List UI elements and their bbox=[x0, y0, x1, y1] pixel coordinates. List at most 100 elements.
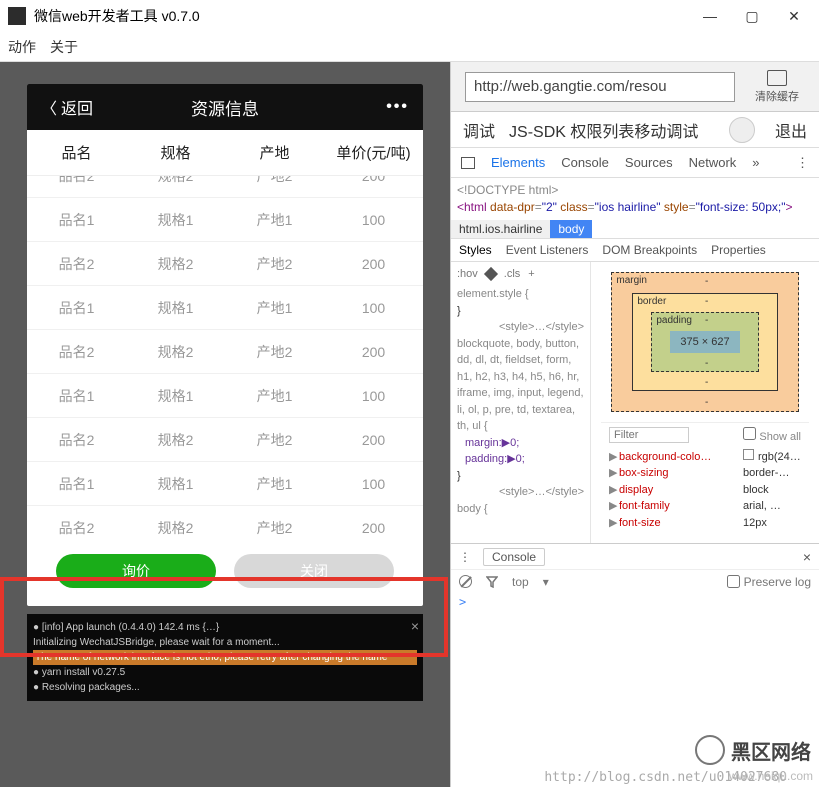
filter-icon[interactable] bbox=[486, 576, 498, 588]
tab-sources[interactable]: Sources bbox=[625, 155, 673, 170]
console-close-icon[interactable]: × bbox=[411, 616, 419, 637]
show-all-label: Show all bbox=[759, 431, 801, 443]
cache-icon bbox=[767, 70, 787, 86]
exit-button[interactable]: 退出 bbox=[775, 118, 807, 142]
tab-debug[interactable]: 调试 bbox=[463, 118, 495, 142]
bm-margin-label: margin bbox=[616, 275, 647, 286]
computed-list[interactable]: ▶background-colo…rgb(24… ▶box-sizingbord… bbox=[601, 447, 809, 534]
rule-source[interactable]: <style>…</style> bbox=[457, 484, 584, 501]
log-line: ● [info] App launch (0.4.4.0) 142.4 ms {… bbox=[33, 620, 417, 635]
breadcrumb: html.ios.hairline body bbox=[451, 220, 819, 238]
console-toolbar: top ▾ Preserve log bbox=[451, 569, 819, 593]
watermark-url: www.heiqu.com bbox=[729, 769, 813, 783]
menu-bar: 动作 关于 bbox=[0, 32, 819, 62]
close-page-button[interactable]: 关闭 bbox=[234, 554, 394, 588]
tab-network[interactable]: Network bbox=[689, 155, 737, 170]
computed-row[interactable]: ▶displayblock bbox=[609, 482, 801, 499]
mushroom-icon bbox=[695, 735, 725, 765]
doctype: <!DOCTYPE html> bbox=[457, 182, 813, 199]
drawer-menu-icon[interactable]: ⋮ bbox=[459, 550, 471, 564]
log-line: Initializing WechatJSBridge, please wait… bbox=[33, 635, 417, 650]
bm-padding[interactable]: padding - 375 × 627 - bbox=[651, 312, 758, 372]
log-line-warn: The name of network interface is not eth… bbox=[33, 650, 417, 665]
style-rules[interactable]: :hov .cls + element.style { } <style>…</… bbox=[451, 262, 591, 544]
show-all-toggle[interactable]: Show all bbox=[743, 427, 801, 443]
context-select[interactable]: top bbox=[512, 575, 529, 589]
show-all-checkbox[interactable] bbox=[743, 427, 756, 440]
close-button[interactable]: ✕ bbox=[787, 9, 801, 23]
rule-source[interactable]: <style>…</style> bbox=[457, 319, 584, 336]
filter-input[interactable] bbox=[609, 427, 689, 443]
more-button[interactable]: ••• bbox=[386, 98, 409, 116]
tab-event-listeners[interactable]: Event Listeners bbox=[506, 243, 589, 257]
back-label: 返回 bbox=[61, 95, 93, 119]
table-row[interactable]: 品名1规格1产地1100 bbox=[27, 286, 423, 330]
inspect-icon[interactable] bbox=[461, 157, 475, 169]
th-name: 品名 bbox=[27, 142, 126, 163]
table-row[interactable]: 品名2规格2产地2200 bbox=[27, 242, 423, 286]
devtools-menu-icon[interactable]: ⋮ bbox=[796, 155, 809, 171]
table-row[interactable]: 品名2规格2产地2200 bbox=[27, 330, 423, 374]
th-origin: 产地 bbox=[225, 142, 324, 163]
bm-margin[interactable]: margin - border - padding - 375 × 627 - … bbox=[611, 272, 798, 412]
elements-tree[interactable]: <!DOCTYPE html> <html data-dpr="2" class… bbox=[451, 178, 819, 220]
url-bar: 清除缓存 bbox=[451, 62, 819, 112]
clear-console-icon[interactable] bbox=[459, 575, 472, 588]
inquiry-button[interactable]: 询价 bbox=[56, 554, 216, 588]
minimize-button[interactable]: — bbox=[703, 9, 717, 23]
back-button[interactable]: 〈 返回 bbox=[41, 95, 93, 119]
table-row[interactable]: 品名2规格2产地2200 bbox=[27, 418, 423, 462]
url-input[interactable] bbox=[465, 72, 735, 102]
rule-brace: } bbox=[457, 468, 584, 485]
table-row[interactable]: 品名1规格1产地1100 bbox=[27, 198, 423, 242]
th-price: 单价(元/吨) bbox=[324, 142, 423, 163]
console-prompt[interactable]: > bbox=[451, 593, 819, 611]
console-drawer-bar: ⋮ Console × bbox=[451, 543, 819, 569]
th-spec: 规格 bbox=[126, 142, 225, 163]
hov-toggle[interactable]: :hov bbox=[457, 266, 478, 283]
watermark: 黑区网络 bbox=[695, 735, 811, 765]
table-body[interactable]: 品名2规格2产地2200 品名1规格1产地1100 品名2规格2产地2200 品… bbox=[27, 176, 423, 536]
tab-dom-breakpoints[interactable]: DOM Breakpoints bbox=[602, 243, 697, 257]
computed-row[interactable]: ▶font-size12px bbox=[609, 515, 801, 532]
table-header: 品名 规格 产地 单价(元/吨) bbox=[27, 130, 423, 176]
tab-console[interactable]: Console bbox=[561, 155, 609, 170]
add-rule-button[interactable]: + bbox=[528, 266, 534, 283]
sim-console: × ● [info] App launch (0.4.4.0) 142.4 ms… bbox=[27, 614, 423, 701]
cls-toggle[interactable]: .cls bbox=[504, 266, 521, 283]
clear-cache-button[interactable]: 清除缓存 bbox=[749, 70, 805, 104]
bc-html[interactable]: html.ios.hairline bbox=[451, 220, 550, 238]
preserve-log-label: Preserve log bbox=[744, 575, 811, 589]
tab-properties[interactable]: Properties bbox=[711, 243, 766, 257]
top-tabs: 调试 JS-SDK 权限列表移动调试 退出 bbox=[451, 112, 819, 148]
table-row[interactable]: 品名2规格2产地2200 bbox=[27, 506, 423, 536]
menu-action[interactable]: 动作 bbox=[8, 37, 36, 57]
color-icon[interactable] bbox=[484, 267, 498, 281]
tab-styles[interactable]: Styles bbox=[459, 243, 492, 257]
console-tab[interactable]: Console bbox=[483, 548, 545, 566]
computed-row[interactable]: ▶font-familyarial, … bbox=[609, 498, 801, 515]
watermark-text: 黑区网络 bbox=[731, 736, 811, 765]
avatar[interactable] bbox=[729, 117, 755, 143]
table-row[interactable]: 品名1规格1产地1100 bbox=[27, 374, 423, 418]
tab-more-chevron[interactable]: » bbox=[752, 155, 759, 170]
bm-content: 375 × 627 bbox=[670, 331, 739, 353]
tab-elements[interactable]: Elements bbox=[491, 155, 545, 170]
menu-about[interactable]: 关于 bbox=[50, 37, 78, 57]
table-row[interactable]: 品名1规格1产地1100 bbox=[27, 462, 423, 506]
drawer-close-icon[interactable]: × bbox=[803, 549, 811, 565]
style-tabs: Styles Event Listeners DOM Breakpoints P… bbox=[451, 238, 819, 262]
rule-prop[interactable]: margin:▶0; bbox=[465, 435, 584, 452]
bc-body[interactable]: body bbox=[550, 220, 592, 238]
rule-prop[interactable]: padding:▶0; bbox=[465, 451, 584, 468]
computed-row[interactable]: ▶background-colo…rgb(24… bbox=[609, 449, 801, 466]
html-tag: <html data-dpr="2" class="ios hairline" … bbox=[457, 199, 813, 216]
maximize-button[interactable]: ▢ bbox=[745, 9, 759, 23]
table-row[interactable]: 品名2规格2产地2200 bbox=[27, 176, 423, 198]
bm-border[interactable]: border - padding - 375 × 627 - - bbox=[632, 293, 777, 391]
bm-border-label: border bbox=[637, 296, 666, 307]
computed-row[interactable]: ▶box-sizingborder-… bbox=[609, 465, 801, 482]
preserve-log-checkbox[interactable] bbox=[727, 575, 740, 588]
tab-jssdk[interactable]: JS-SDK 权限列表移动调试 bbox=[509, 118, 698, 142]
phone-frame: 〈 返回 资源信息 ••• 品名 规格 产地 单价(元/吨) 品名2规格2产地2… bbox=[27, 84, 423, 606]
